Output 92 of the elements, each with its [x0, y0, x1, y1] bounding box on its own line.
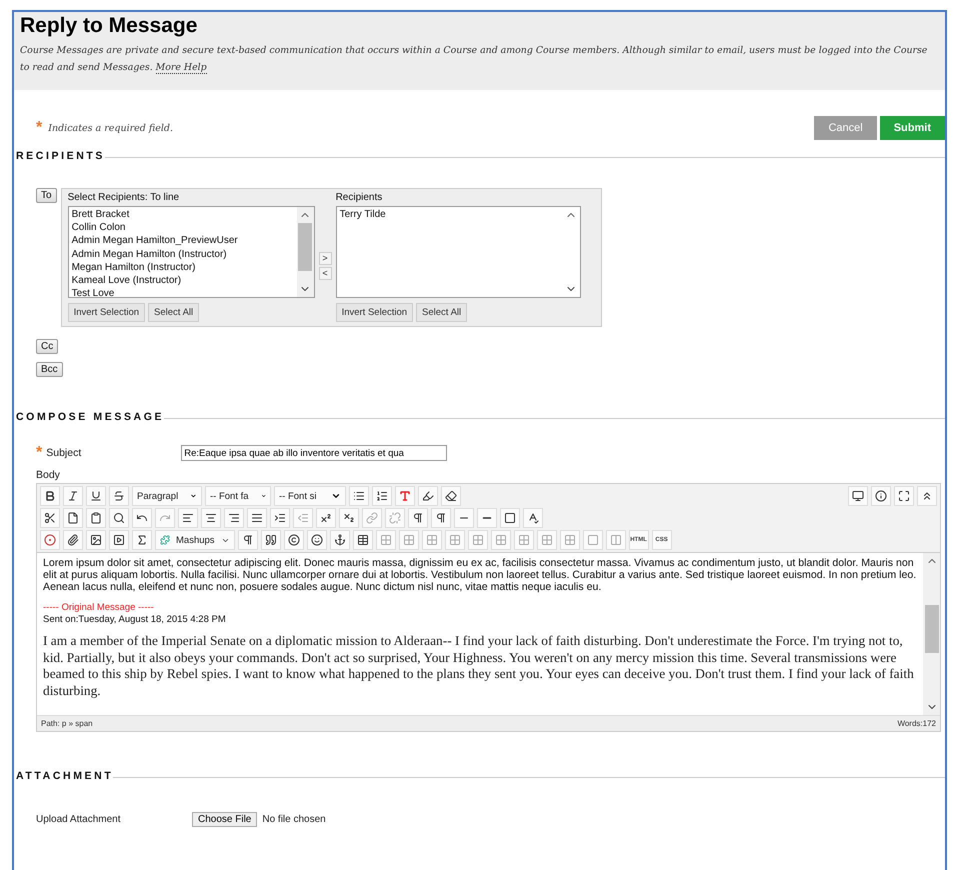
section-heading: RECIPIENTS — [16, 150, 106, 162]
page-description: Course Messages are private and secure text-based communication that occurs within a Course and among Course members. Although similar to email, users must be logged into the Course to read and send Messages. More Help — [20, 44, 928, 76]
sent-on-text: Sent on:Tuesday, August 18, 2015 4:28 PM — [43, 614, 227, 625]
upload-label: Upload Attachment — [36, 814, 122, 825]
italic-icon[interactable] — [63, 486, 83, 506]
quoted-text: I am a member of the Imperial Senate on a diplomatic mission to Alderaan-- I find your lack of faith disturbing. Don't underestimate the Force. I'm trying not to, kid. Partially, but it also obeys your commands. Don't act so surprised, Your Highness. You weren't on any mercy mission this time. Several transmissions were beamed to this ship by Rebel spies. I want to know what happened to the plans they sent you. Your eyes can deceive you. Don't trust them. I find your lack of faith disturbing. — [43, 633, 915, 699]
recipient-list[interactable]: Brett Bracket Collin Colon Admin Megan Hamilton_PreviewUser Admin Megan Hamilton (Instructor) Megan Hamilton (Instructor) Kameal Love (Instructor) Test Love — [68, 206, 315, 298]
highlighter-icon[interactable] — [418, 486, 438, 506]
required-marker: * — [36, 445, 42, 461]
section-heading: COMPOSE MESSAGE — [16, 411, 164, 423]
paperclip-icon[interactable] — [63, 530, 83, 550]
list-item[interactable]: Kameal Love (Instructor) — [72, 274, 294, 288]
scroll-thumb[interactable] — [298, 223, 312, 271]
help-link[interactable]: More Help — [156, 62, 207, 74]
bullet-list-icon[interactable] — [349, 486, 369, 506]
text-color-icon[interactable] — [395, 486, 415, 506]
table-icon[interactable] — [352, 530, 373, 550]
mashups-dropdown[interactable]: Mashups — [155, 530, 235, 550]
list-label: Recipients — [336, 192, 384, 203]
caret-icon — [331, 491, 341, 501]
select-all-button[interactable]: Select All — [416, 303, 468, 322]
monitor-icon[interactable] — [848, 486, 868, 506]
subscript-icon[interactable] — [339, 508, 359, 528]
format-dropdown[interactable]: Paragrapl — [132, 486, 202, 506]
list-item[interactable]: Test Love — [72, 287, 294, 297]
cut-icon[interactable] — [40, 508, 60, 528]
pilcrow-icon[interactable] — [408, 508, 428, 528]
bold-icon[interactable] — [40, 486, 60, 506]
format-dropdown[interactable]: -- Font fa — [205, 486, 271, 506]
align-center-icon[interactable] — [201, 508, 221, 528]
choose-file-button[interactable]: Choose File — [192, 812, 258, 827]
eraser-icon[interactable] — [441, 486, 461, 506]
puzzle-icon — [160, 535, 170, 545]
bcc-button[interactable]: Bcc — [36, 362, 63, 377]
align-right-icon[interactable] — [224, 508, 244, 528]
quote-icon[interactable] — [260, 530, 281, 550]
image-icon[interactable] — [86, 530, 106, 550]
list-item[interactable]: Terry Tilde — [340, 208, 560, 222]
section-heading: ATTACHMENT — [16, 770, 114, 782]
fullscreen-icon[interactable] — [894, 486, 914, 506]
media-icon[interactable] — [109, 530, 129, 550]
subject-field[interactable]: Re:Eaque ipsa quae ab illo inventore veritatis et qua — [181, 445, 448, 461]
list-item[interactable]: Brett Bracket — [72, 208, 294, 222]
remove-button[interactable]: < — [318, 267, 332, 280]
element-path: Path: p » span — [41, 719, 93, 728]
file-status: No file chosen — [262, 814, 326, 825]
invert-selection-button[interactable]: Invert Selection — [336, 303, 414, 322]
select-all-button[interactable]: Select All — [148, 303, 200, 322]
cc-button[interactable]: Cc — [36, 339, 58, 354]
spellcheck-icon[interactable] — [523, 508, 543, 528]
formula-icon[interactable] — [132, 530, 152, 550]
recipient-list[interactable]: Terry Tilde — [336, 206, 581, 298]
to-button[interactable]: To — [36, 188, 57, 203]
strikethrough-icon[interactable] — [109, 486, 129, 506]
search-icon[interactable] — [109, 508, 129, 528]
emoji-icon[interactable] — [306, 530, 327, 550]
indent-icon[interactable] — [270, 508, 290, 528]
body-label: Body — [35, 468, 61, 483]
subject-label: Subject — [46, 447, 82, 459]
list-item[interactable]: Admin Megan Hamilton_PreviewUser — [72, 234, 294, 248]
info-icon[interactable] — [871, 486, 891, 506]
word-count: Words:172 — [897, 719, 936, 728]
anchor-icon[interactable] — [330, 530, 350, 550]
format-dropdown[interactable]: -- Font si — [274, 486, 346, 506]
original-message-marker: ----- Original Message ----- — [43, 602, 155, 613]
scroll-thumb[interactable] — [924, 605, 938, 653]
add-button[interactable]: > — [318, 252, 332, 265]
body-text: Lorem ipsum dolor sit amet, consectetur adipiscing elit. Donec mauris massa, dignissim eu ex ac, facilisis consectetur massa. Vivamus ac condimentum justo, ut blandit dolor. Mauris non elit at purus aliquam lobortis. Nulla facilisi. Nunc ullamcorper ornare dui at lobortis. Vestibulum non laoreet tellus. Curabitur a varius ante. Sed tristique laoreet euismod. In non pretium leo. Aenean lacus nulla, eleifend et nunc non, posuere sodales augue. Nunc dictum nisl nunc, vitae mattis neque iaculis eu. — [43, 557, 917, 593]
required-marker: * — [36, 120, 42, 136]
copyright-icon[interactable] — [284, 530, 304, 550]
scrollbar[interactable] — [923, 553, 940, 715]
undo-icon[interactable] — [132, 508, 152, 528]
justify-icon[interactable] — [247, 508, 267, 528]
page-icon[interactable] — [63, 508, 83, 528]
page-title: Reply to Message — [20, 14, 198, 38]
required-note: Indicates a required field. — [48, 122, 173, 134]
align-left-icon[interactable] — [178, 508, 198, 528]
superscript-icon[interactable] — [316, 508, 336, 528]
paste-icon[interactable] — [86, 508, 106, 528]
pilcrow-icon[interactable] — [238, 530, 258, 550]
collapse-icon[interactable] — [917, 486, 937, 506]
scrollbar[interactable] — [296, 207, 314, 297]
list-label: Select Recipients: To line — [68, 192, 180, 203]
space-icon[interactable] — [500, 508, 520, 528]
invert-selection-button[interactable]: Invert Selection — [68, 303, 146, 322]
numbered-list-icon[interactable] — [372, 486, 392, 506]
record-icon[interactable] — [40, 530, 60, 550]
underline-icon[interactable] — [86, 486, 106, 506]
list-item[interactable]: Collin Colon — [72, 221, 294, 234]
pilcrow-icon[interactable] — [431, 508, 451, 528]
list-item[interactable]: Megan Hamilton (Instructor) — [72, 260, 294, 274]
list-item[interactable]: Admin Megan Hamilton (Instructor) — [72, 248, 294, 261]
